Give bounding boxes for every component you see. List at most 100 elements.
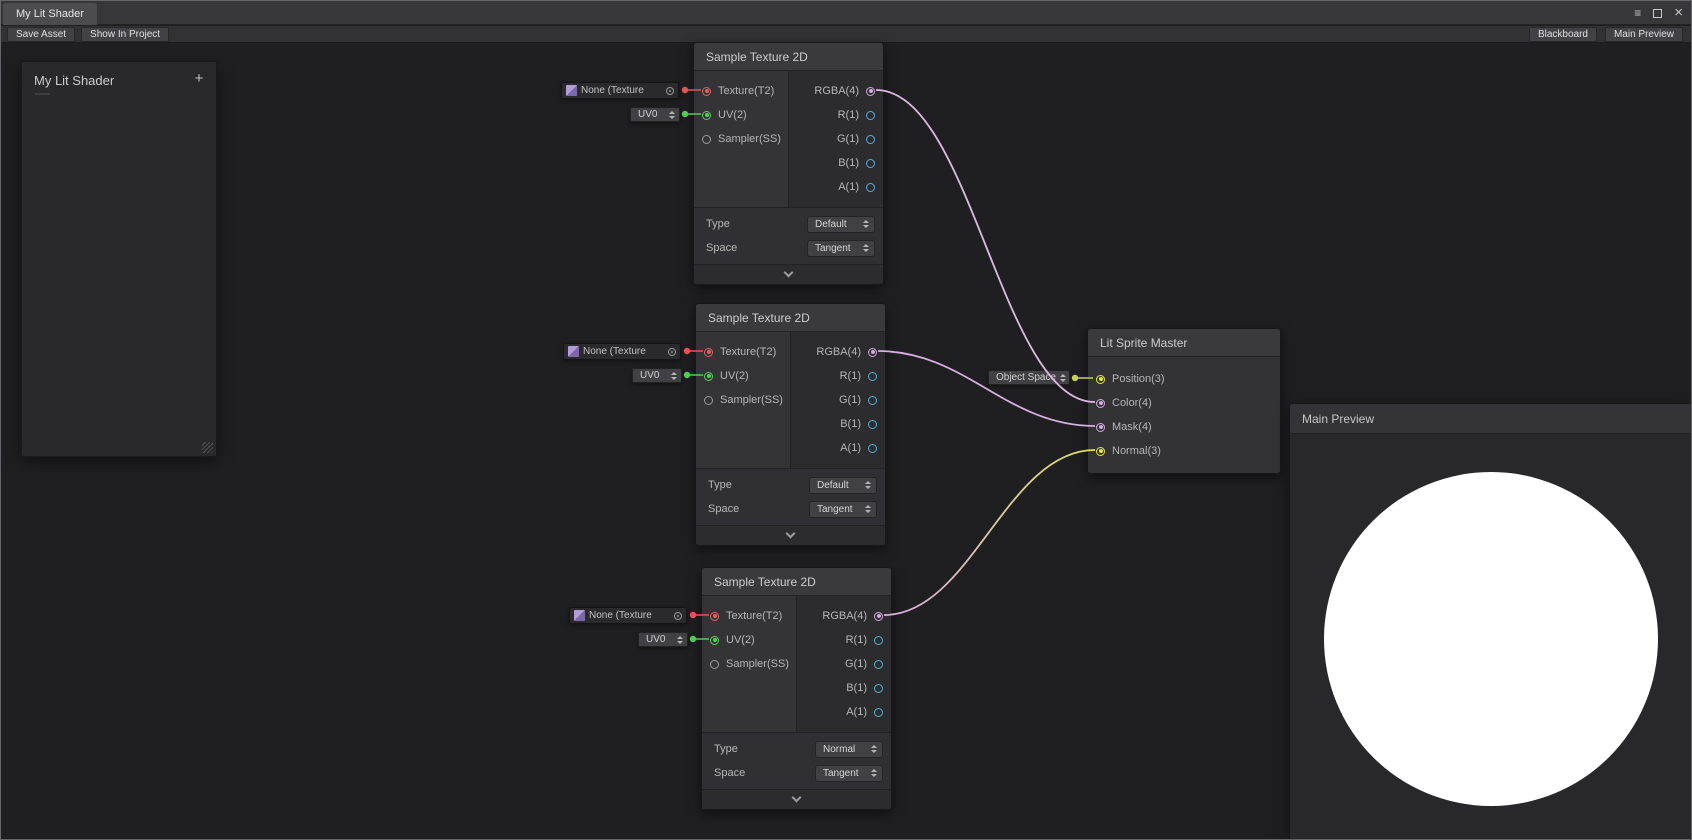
port-r-out[interactable] — [868, 372, 877, 381]
add-property-button[interactable]: + — [190, 70, 208, 88]
input-ports: Texture(T2) UV(2) Sampler(SS) — [696, 332, 791, 468]
port-label: B(1) — [846, 682, 867, 694]
space-dropdown[interactable]: Tangent — [807, 240, 875, 257]
dropdown-arrows-icon — [671, 372, 678, 380]
space-dropdown[interactable]: Tangent — [815, 765, 883, 782]
port-r-out[interactable] — [874, 636, 883, 645]
port-row: Mask(4) — [1088, 415, 1280, 439]
type-dropdown[interactable]: Default — [807, 216, 875, 233]
texture-object-field-3[interactable]: None (Texture — [569, 607, 687, 624]
node-title[interactable]: Sample Texture 2D — [702, 568, 891, 596]
edge-rgba1-to-color[interactable] — [876, 90, 1095, 402]
close-icon[interactable]: × — [1674, 5, 1683, 20]
port-row: A(1) — [789, 175, 883, 199]
port-rgba-out[interactable] — [868, 348, 877, 357]
port-uv-in[interactable] — [710, 636, 719, 645]
port-g-out[interactable] — [868, 396, 877, 405]
port-texture-in[interactable] — [710, 612, 719, 621]
collapse-toggle[interactable] — [702, 789, 891, 809]
port-sampler-in[interactable] — [710, 660, 719, 669]
blackboard-resize-grip[interactable] — [202, 442, 213, 453]
port-row: UV(2) — [694, 103, 788, 127]
port-row: Sampler(SS) — [702, 652, 796, 676]
port-r-out[interactable] — [866, 111, 875, 120]
position-space-dropdown[interactable]: Object Space — [988, 370, 1070, 385]
node-sample-texture-2[interactable]: Sample Texture 2D Texture(T2) UV(2) Samp… — [695, 303, 886, 546]
port-row: Sampler(SS) — [696, 388, 790, 412]
window-menu-icon[interactable]: ≡ — [1634, 7, 1641, 19]
type-dropdown[interactable]: Normal — [815, 741, 883, 758]
port-a-out[interactable] — [866, 183, 875, 192]
port-normal-in[interactable] — [1096, 447, 1105, 456]
node-controls: Type Default Space Tangent — [694, 207, 883, 264]
node-lit-sprite-master[interactable]: Lit Sprite Master Position(3) Color(4) M… — [1087, 328, 1281, 474]
port-rgba-out[interactable] — [874, 612, 883, 621]
node-sample-texture-1[interactable]: Sample Texture 2D Texture(T2) UV(2) Samp… — [693, 42, 884, 285]
port-label: Normal(3) — [1112, 445, 1161, 457]
uv-channel-dropdown-3[interactable]: UV0 — [638, 632, 688, 647]
space-label: Space — [704, 503, 739, 515]
main-preview-panel[interactable]: Main Preview — [1289, 403, 1692, 840]
output-ports: RGBA(4) R(1) G(1) B(1) A(1) — [791, 332, 885, 468]
type-dropdown[interactable]: Default — [809, 477, 877, 494]
connector-dot-texture-3 — [690, 612, 696, 618]
collapse-toggle[interactable] — [694, 264, 883, 284]
node-title[interactable]: Lit Sprite Master — [1088, 329, 1280, 357]
type-label: Type — [710, 743, 738, 755]
port-color-in[interactable] — [1096, 399, 1105, 408]
port-row: Texture(T2) — [702, 604, 796, 628]
maximize-icon[interactable] — [1653, 9, 1662, 18]
port-uv-in[interactable] — [702, 111, 711, 120]
port-g-out[interactable] — [874, 660, 883, 669]
port-label: A(1) — [846, 706, 867, 718]
port-rgba-out[interactable] — [866, 87, 875, 96]
port-position-in[interactable] — [1096, 375, 1105, 384]
port-row: RGBA(4) — [791, 340, 885, 364]
port-b-out[interactable] — [868, 420, 877, 429]
node-title[interactable]: Sample Texture 2D — [696, 304, 885, 332]
main-preview-toggle-button[interactable]: Main Preview — [1605, 27, 1683, 42]
node-sample-texture-3[interactable]: Sample Texture 2D Texture(T2) UV(2) Samp… — [701, 567, 892, 810]
main-preview-title[interactable]: Main Preview — [1290, 404, 1692, 434]
object-picker-icon[interactable] — [666, 87, 674, 95]
uv-channel-dropdown-1[interactable]: UV0 — [630, 107, 680, 122]
edge-rgba2-to-mask[interactable] — [878, 351, 1095, 426]
port-b-out[interactable] — [874, 684, 883, 693]
port-b-out[interactable] — [866, 159, 875, 168]
port-a-out[interactable] — [868, 444, 877, 453]
space-label: Space — [702, 242, 737, 254]
texture-field-value: None (Texture — [581, 85, 662, 96]
collapse-toggle[interactable] — [696, 525, 885, 545]
input-ports: Position(3) Color(4) Mask(4) Normal(3) — [1088, 357, 1280, 473]
blackboard-panel[interactable]: My Lit Shader + — [21, 61, 217, 457]
object-picker-icon[interactable] — [674, 612, 682, 620]
save-asset-button[interactable]: Save Asset — [7, 27, 75, 42]
input-ports: Texture(T2) UV(2) Sampler(SS) — [694, 71, 789, 207]
edge-rgba3-to-normal[interactable] — [884, 450, 1095, 615]
show-in-project-button[interactable]: Show In Project — [81, 27, 169, 42]
space-dropdown[interactable]: Tangent — [809, 501, 877, 518]
port-label: Texture(T2) — [726, 610, 782, 622]
tab-my-lit-shader[interactable]: My Lit Shader — [3, 3, 97, 25]
port-sampler-in[interactable] — [704, 396, 713, 405]
port-label: A(1) — [838, 181, 859, 193]
dropdown-arrows-icon — [669, 111, 676, 119]
port-uv-in[interactable] — [704, 372, 713, 381]
port-mask-in[interactable] — [1096, 423, 1105, 432]
uv-channel-dropdown-2[interactable]: UV0 — [632, 368, 682, 383]
type-value: Default — [815, 219, 847, 230]
node-title[interactable]: Sample Texture 2D — [694, 43, 883, 71]
port-row: Position(3) — [1088, 367, 1280, 391]
port-label: UV(2) — [720, 370, 749, 382]
blackboard-toggle-button[interactable]: Blackboard — [1529, 27, 1597, 42]
port-g-out[interactable] — [866, 135, 875, 144]
type-value: Normal — [823, 744, 855, 755]
object-picker-icon[interactable] — [668, 348, 676, 356]
port-texture-in[interactable] — [702, 87, 711, 96]
dropdown-arrows-icon — [871, 769, 878, 777]
texture-object-field-1[interactable]: None (Texture — [561, 82, 679, 99]
port-a-out[interactable] — [874, 708, 883, 717]
port-texture-in[interactable] — [704, 348, 713, 357]
texture-object-field-2[interactable]: None (Texture — [563, 343, 681, 360]
port-sampler-in[interactable] — [702, 135, 711, 144]
